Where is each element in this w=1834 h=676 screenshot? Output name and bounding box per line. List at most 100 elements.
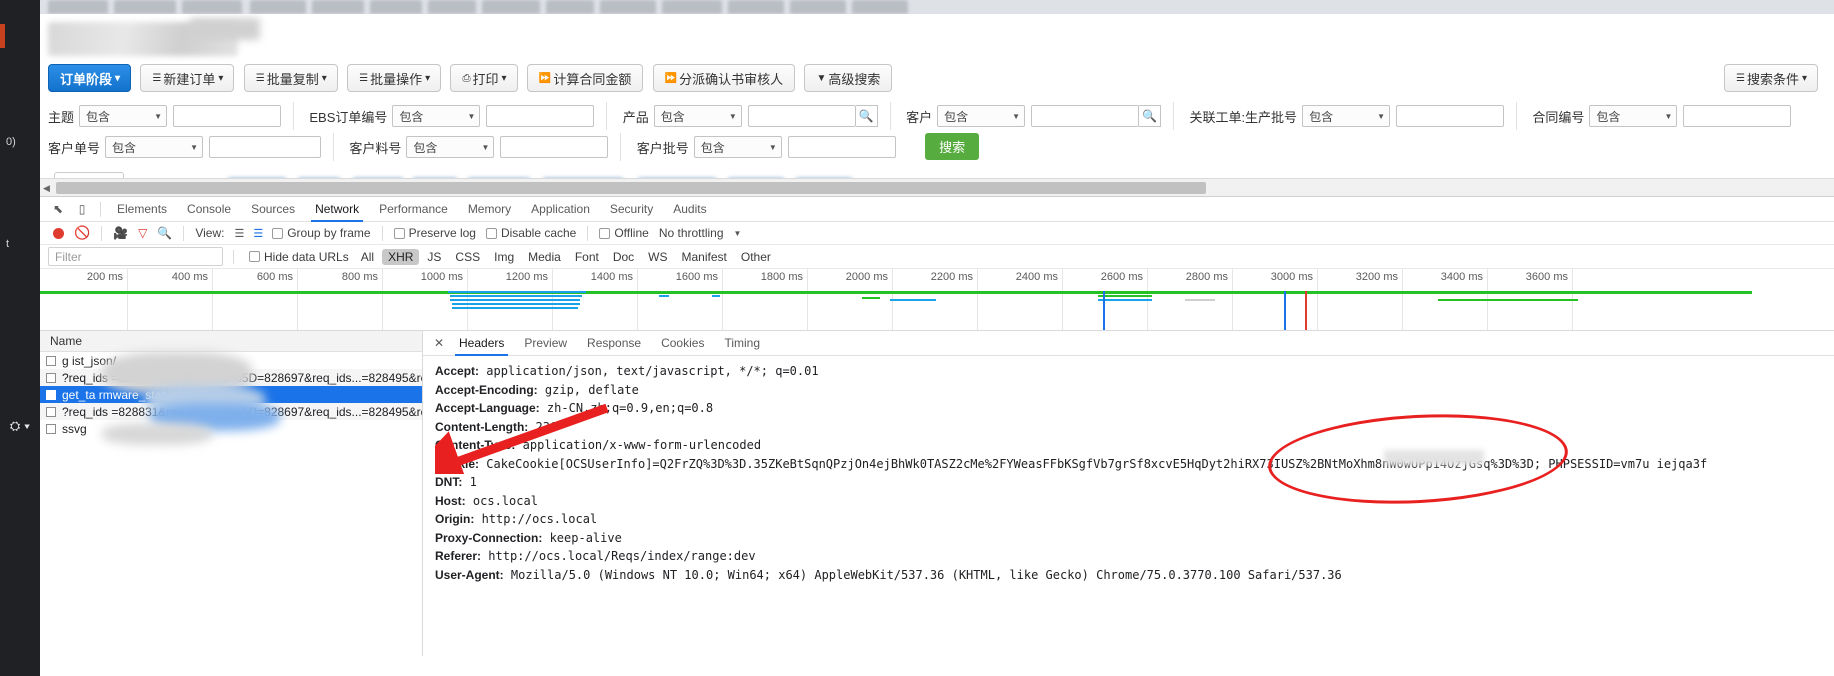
filter-type-doc[interactable]: Doc xyxy=(607,249,640,265)
filter-operator-customer-order-no[interactable]: 包含 ▼ xyxy=(105,136,204,158)
filter-operator-work-order-batch[interactable]: 包含 ▼ xyxy=(1302,105,1391,127)
tab-console[interactable]: Console xyxy=(177,197,241,222)
tab-audits[interactable]: Audits xyxy=(663,197,716,222)
network-overview-timeline[interactable]: 200 ms 400 ms 600 ms 800 ms 1000 ms 1200… xyxy=(40,269,1834,331)
close-icon[interactable]: ✕ xyxy=(429,336,449,350)
filter-input-customer-order-no[interactable] xyxy=(209,136,322,158)
tab-preview[interactable]: Preview xyxy=(514,331,577,356)
filter-operator-contract-no[interactable]: 包含 ▼ xyxy=(1589,105,1678,127)
checkbox-icon xyxy=(393,227,405,239)
order-stage-button[interactable]: 订单阶段 ▾ xyxy=(48,64,132,92)
filter-operator-ebs-order-no[interactable]: 包含 ▼ xyxy=(392,105,481,127)
clear-button[interactable]: 🚫 xyxy=(74,225,90,241)
browser-tab[interactable] xyxy=(600,0,656,14)
tab-sources[interactable]: Sources xyxy=(241,197,305,222)
tab-cookies[interactable]: Cookies xyxy=(651,331,714,356)
filter-operator-customer[interactable]: 包含 ▼ xyxy=(937,105,1026,127)
search-icon[interactable]: 🔍 xyxy=(855,105,878,127)
filter-type-media[interactable]: Media xyxy=(522,249,567,265)
assign-reviewer-button[interactable]: ⏩ 分派确认书审核人 xyxy=(652,64,796,92)
filter-input[interactable]: Filter xyxy=(48,247,223,266)
scroll-left-arrow-icon[interactable]: ◀ xyxy=(43,183,50,194)
tab-timing[interactable]: Timing xyxy=(714,331,770,356)
tab-performance[interactable]: Performance xyxy=(369,197,458,222)
browser-tab[interactable] xyxy=(662,0,722,14)
browser-tab[interactable] xyxy=(428,0,476,14)
new-order-button[interactable]: ☰ 新建订单 ▾ xyxy=(140,64,235,92)
filter-type-other[interactable]: Other xyxy=(735,249,777,265)
search-icon[interactable]: 🔍 xyxy=(1139,105,1162,127)
filter-toggle-button[interactable]: ▽ xyxy=(138,226,147,240)
search-button[interactable]: 🔍 xyxy=(157,226,172,240)
filter-type-img[interactable]: Img xyxy=(488,249,520,265)
filter-input-customer-part-no[interactable] xyxy=(500,136,609,158)
view-waterfall-button[interactable]: ☰ xyxy=(253,227,263,240)
tab-security[interactable]: Security xyxy=(600,197,663,222)
tab-elements[interactable]: Elements xyxy=(107,197,177,222)
hide-data-urls-checkbox[interactable]: Hide data URLs xyxy=(249,250,349,264)
capture-screenshots-button[interactable]: 🎥 xyxy=(113,226,128,240)
search-submit-button[interactable]: 搜索 xyxy=(925,133,980,160)
row-checkbox[interactable] xyxy=(46,406,56,417)
filter-input-customer[interactable] xyxy=(1031,105,1140,127)
filter-input-subject[interactable] xyxy=(173,105,282,127)
filter-operator-subject[interactable]: 包含 ▼ xyxy=(79,105,168,127)
browser-tab[interactable] xyxy=(250,0,306,14)
page-horizontal-scrollbar[interactable]: ◀ xyxy=(40,178,1834,196)
tab-network[interactable]: Network xyxy=(305,197,369,222)
advanced-search-button[interactable]: ▼ 高级搜索 xyxy=(804,64,893,92)
row-checkbox[interactable] xyxy=(46,389,56,400)
browser-tab-strip[interactable] xyxy=(40,0,1834,14)
batch-copy-button[interactable]: ☰ 批量复制 ▾ xyxy=(243,64,338,92)
tab-headers[interactable]: Headers xyxy=(449,331,514,356)
device-toolbar-icon[interactable]: ▯ xyxy=(70,199,94,219)
filter-type-css[interactable]: CSS xyxy=(449,249,486,265)
filter-type-all[interactable]: All xyxy=(355,249,380,265)
filter-type-js[interactable]: JS xyxy=(421,249,447,265)
filter-type-ws[interactable]: WS xyxy=(642,249,673,265)
disable-cache-checkbox[interactable]: Disable cache xyxy=(485,226,576,240)
filter-type-manifest[interactable]: Manifest xyxy=(676,249,733,265)
tab-application[interactable]: Application xyxy=(521,197,600,222)
filter-type-xhr[interactable]: XHR xyxy=(382,248,420,265)
browser-tab[interactable] xyxy=(852,0,908,14)
browser-tab[interactable] xyxy=(370,0,422,14)
filter-operator-customer-part-no[interactable]: 包含 ▼ xyxy=(406,136,495,158)
timeline-tick xyxy=(722,269,723,330)
filter-input-work-order-batch[interactable] xyxy=(1396,105,1505,127)
preserve-log-checkbox[interactable]: Preserve log xyxy=(393,226,476,240)
browser-tab[interactable] xyxy=(790,0,846,14)
search-conditions-button[interactable]: ☰ 搜索条件 ▾ xyxy=(1723,64,1818,92)
rail-extension-icon[interactable]: ⛭ ▾ xyxy=(2,415,38,437)
throttling-select[interactable]: No throttling ▼ xyxy=(659,226,742,240)
batch-operation-button[interactable]: ☰ 批量操作 ▾ xyxy=(347,64,442,92)
filter-input-ebs-order-no[interactable] xyxy=(486,105,595,127)
filter-label-contract-no: 合同编号 xyxy=(1532,109,1585,125)
browser-tab[interactable] xyxy=(482,0,540,14)
tab-response[interactable]: Response xyxy=(577,331,651,356)
browser-tab[interactable] xyxy=(48,0,108,14)
browser-tab[interactable] xyxy=(312,0,364,14)
filter-input-customer-batch-no[interactable] xyxy=(787,136,896,158)
browser-tab[interactable] xyxy=(728,0,784,14)
view-list-button[interactable]: ☰ xyxy=(234,227,244,240)
filter-input-product[interactable] xyxy=(747,105,856,127)
filter-operator-customer-batch-no[interactable]: 包含 ▼ xyxy=(693,136,782,158)
row-checkbox[interactable] xyxy=(46,355,56,366)
scrollbar-thumb[interactable] xyxy=(56,182,1206,194)
browser-tab[interactable] xyxy=(114,0,176,14)
row-checkbox[interactable] xyxy=(46,372,56,383)
filter-type-font[interactable]: Font xyxy=(569,249,605,265)
group-by-frame-checkbox[interactable]: Group by frame xyxy=(272,226,371,240)
browser-tab[interactable] xyxy=(546,0,594,14)
browser-tab[interactable] xyxy=(182,0,242,14)
filter-operator-product[interactable]: 包含 ▼ xyxy=(653,105,742,127)
offline-checkbox[interactable]: Offline xyxy=(599,226,649,240)
tab-memory[interactable]: Memory xyxy=(458,197,521,222)
inspect-element-icon[interactable]: ⬉ xyxy=(46,199,70,219)
filter-input-contract-no[interactable] xyxy=(1683,105,1792,127)
record-button[interactable] xyxy=(53,227,64,239)
print-button[interactable]: ⎙ 打印 ▾ xyxy=(450,64,518,92)
row-checkbox[interactable] xyxy=(46,423,56,434)
calc-contract-amount-button[interactable]: ⏩ 计算合同金额 xyxy=(526,64,644,92)
